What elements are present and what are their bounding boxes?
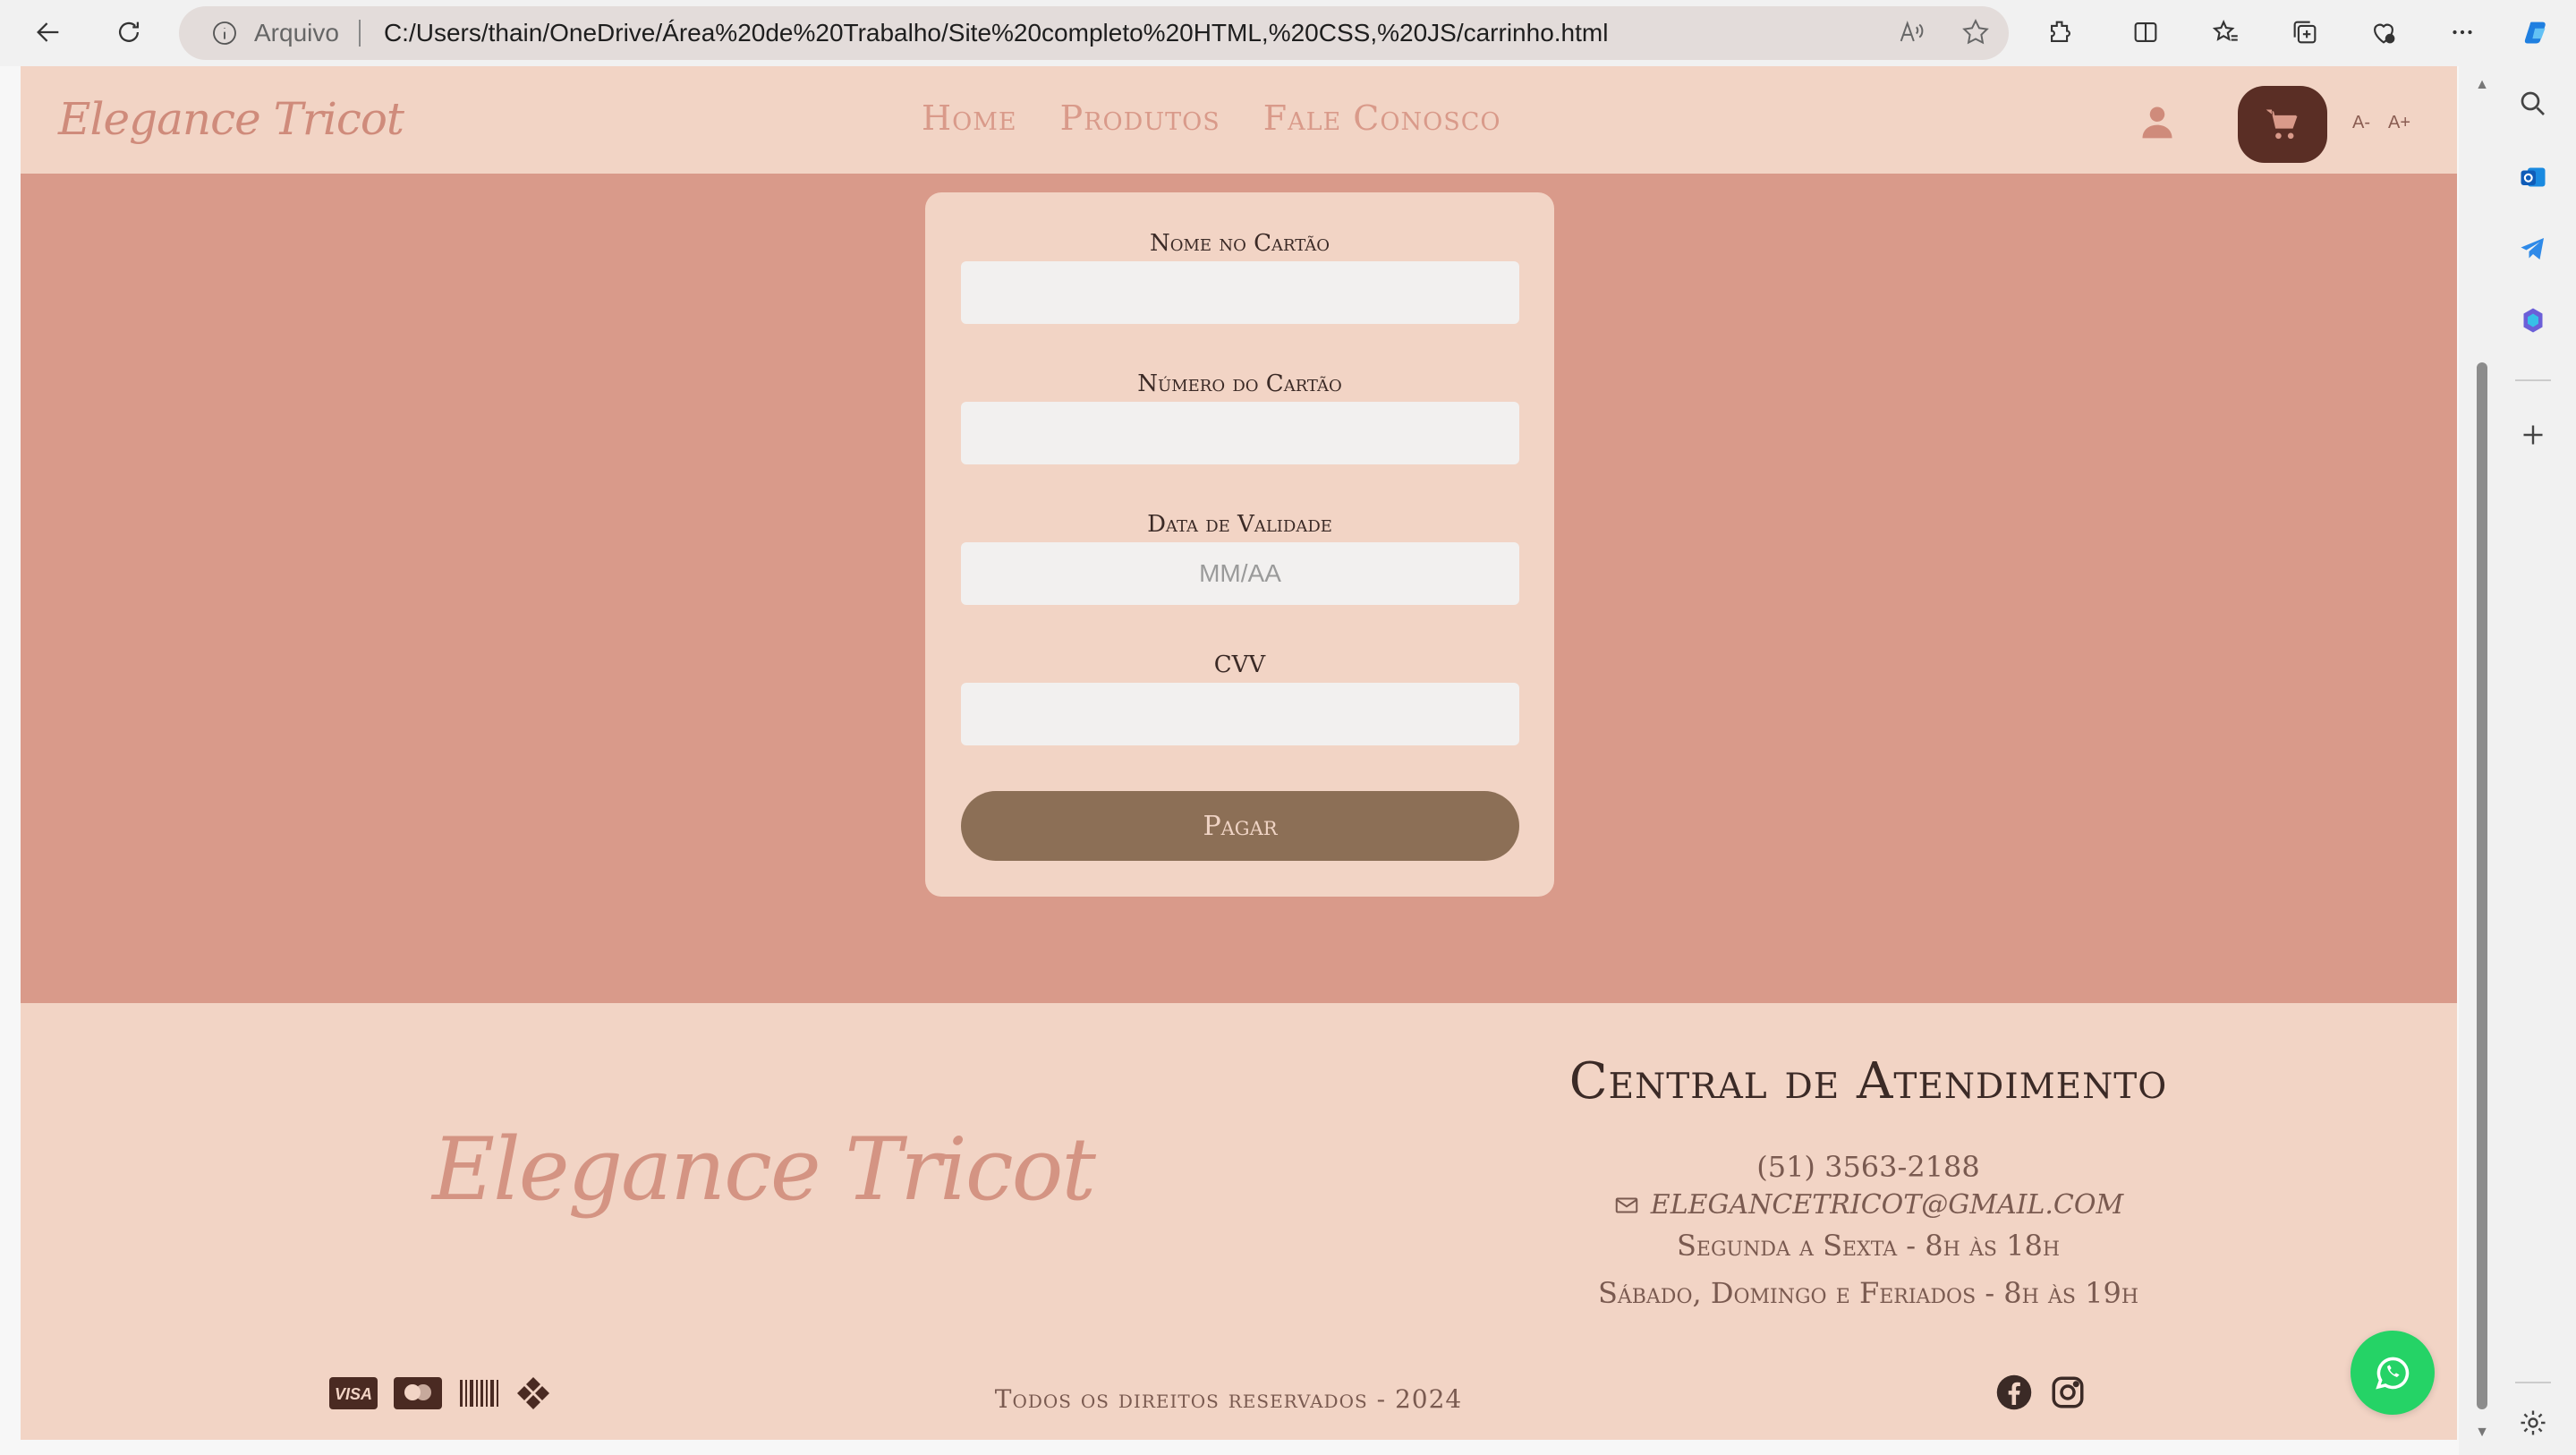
mastercard-icon (394, 1377, 442, 1409)
page-viewport: Elegance Tricot Home Produtos Fale Conos… (21, 66, 2457, 1440)
facebook-icon[interactable] (1995, 1374, 2033, 1416)
email-address[interactable]: ELEGANCETRICOT@GMAIL.COM (1651, 1189, 2123, 1221)
payment-methods: VISA (329, 1377, 551, 1409)
search-icon[interactable] (2515, 86, 2551, 122)
font-size-controls: A- A+ (2352, 113, 2410, 133)
expiry-date-label: Data de Validade (1147, 511, 1332, 538)
email-contact[interactable]: ELEGANCETRICOT@GMAIL.COM (1551, 1189, 2186, 1221)
favorites-icon[interactable] (2201, 7, 2251, 57)
social-links (1995, 1374, 2087, 1416)
settings-gear-icon[interactable] (2515, 1405, 2551, 1441)
card-name-input[interactable] (961, 261, 1519, 324)
sidebar-divider-bottom (2515, 1382, 2551, 1383)
address-separator (358, 20, 361, 47)
info-icon[interactable] (209, 18, 240, 48)
copyright-text: Todos os direitos reservados - 2024 (994, 1384, 1463, 1414)
card-name-label: Nome no Cartão (1149, 230, 1331, 257)
copilot-icon[interactable] (2512, 7, 2563, 57)
whatsapp-chat-button[interactable] (2351, 1331, 2435, 1415)
user-account-icon[interactable] (2138, 102, 2177, 141)
back-icon[interactable] (23, 7, 73, 57)
whatsapp-icon (2376, 1357, 2410, 1390)
nav-produtos-link[interactable]: Produtos (1060, 98, 1220, 138)
sidebar-divider (2515, 379, 2551, 381)
phone-number: (51) 3563-2188 (1756, 1150, 1980, 1184)
browser-sidebar (2490, 66, 2576, 1455)
envelope-icon (1615, 1197, 1638, 1212)
add-icon[interactable] (2515, 417, 2551, 453)
read-aloud-icon[interactable] (1896, 17, 1926, 52)
main-nav: Home Produtos Fale Conosco (922, 98, 1501, 138)
svg-text:VISA: VISA (335, 1385, 372, 1403)
address-url[interactable]: C:/Users/thain/OneDrive/Área%20de%20Trab… (384, 19, 1609, 47)
font-decrease-button[interactable]: A- (2352, 113, 2370, 133)
footer-logo: Elegance Tricot (432, 1119, 1096, 1220)
payment-card-form: Nome no Cartão Número do Cartão Data de … (925, 192, 1554, 897)
microsoft-365-icon[interactable] (2515, 302, 2551, 338)
nav-home-link[interactable]: Home (922, 98, 1017, 138)
expiry-date-input[interactable] (961, 542, 1519, 605)
refresh-icon[interactable] (104, 7, 154, 57)
card-number-label: Número do Cartão (1137, 370, 1342, 397)
nav-fale-conosco-link[interactable]: Fale Conosco (1263, 98, 1501, 138)
visa-icon: VISA (329, 1377, 378, 1409)
cvv-input[interactable] (961, 683, 1519, 745)
site-logo[interactable]: Elegance Tricot (58, 93, 404, 145)
address-bar[interactable]: Arquivo C:/Users/thain/OneDrive/Área%20d… (179, 6, 2009, 60)
favorite-star-icon[interactable] (1960, 17, 1991, 52)
split-screen-icon[interactable] (2121, 7, 2171, 57)
pay-button[interactable]: Pagar (961, 791, 1519, 861)
scroll-down-arrow-icon[interactable]: ▼ (2474, 1425, 2490, 1441)
hours-weekend: Sábado, Domingo e Feriados - 8h às 19h (1597, 1276, 2139, 1310)
instagram-icon[interactable] (2049, 1374, 2087, 1416)
browser-toolbar: Arquivo C:/Users/thain/OneDrive/Área%20d… (0, 0, 2576, 66)
hours-weekdays: Segunda a Sexta - 8h às 18h (1676, 1229, 2060, 1263)
site-header: Elegance Tricot Home Produtos Fale Conos… (21, 66, 2457, 174)
page-scrollbar-thumb[interactable] (2477, 362, 2487, 1409)
font-increase-button[interactable]: A+ (2388, 113, 2410, 133)
scroll-up-arrow-icon[interactable]: ▲ (2474, 77, 2490, 93)
outlook-icon[interactable] (2515, 159, 2551, 195)
cvv-label: CVV (1213, 651, 1266, 678)
collections-icon[interactable] (2280, 7, 2330, 57)
more-options-icon[interactable] (2437, 7, 2487, 57)
pix-icon (515, 1377, 551, 1409)
extensions-icon[interactable] (2036, 7, 2086, 57)
site-footer: Elegance Tricot Central de Atendimento (… (21, 1003, 2457, 1440)
shopping-cart-icon (2266, 109, 2298, 140)
browser-essentials-icon[interactable] (2359, 7, 2409, 57)
barcode-icon (458, 1377, 499, 1409)
cart-button[interactable] (2238, 86, 2327, 163)
telegram-icon[interactable] (2515, 231, 2551, 267)
address-scheme-label: Arquivo (254, 19, 339, 47)
card-number-input[interactable] (961, 402, 1519, 464)
customer-service-title: Central de Atendimento (1569, 1052, 2168, 1110)
